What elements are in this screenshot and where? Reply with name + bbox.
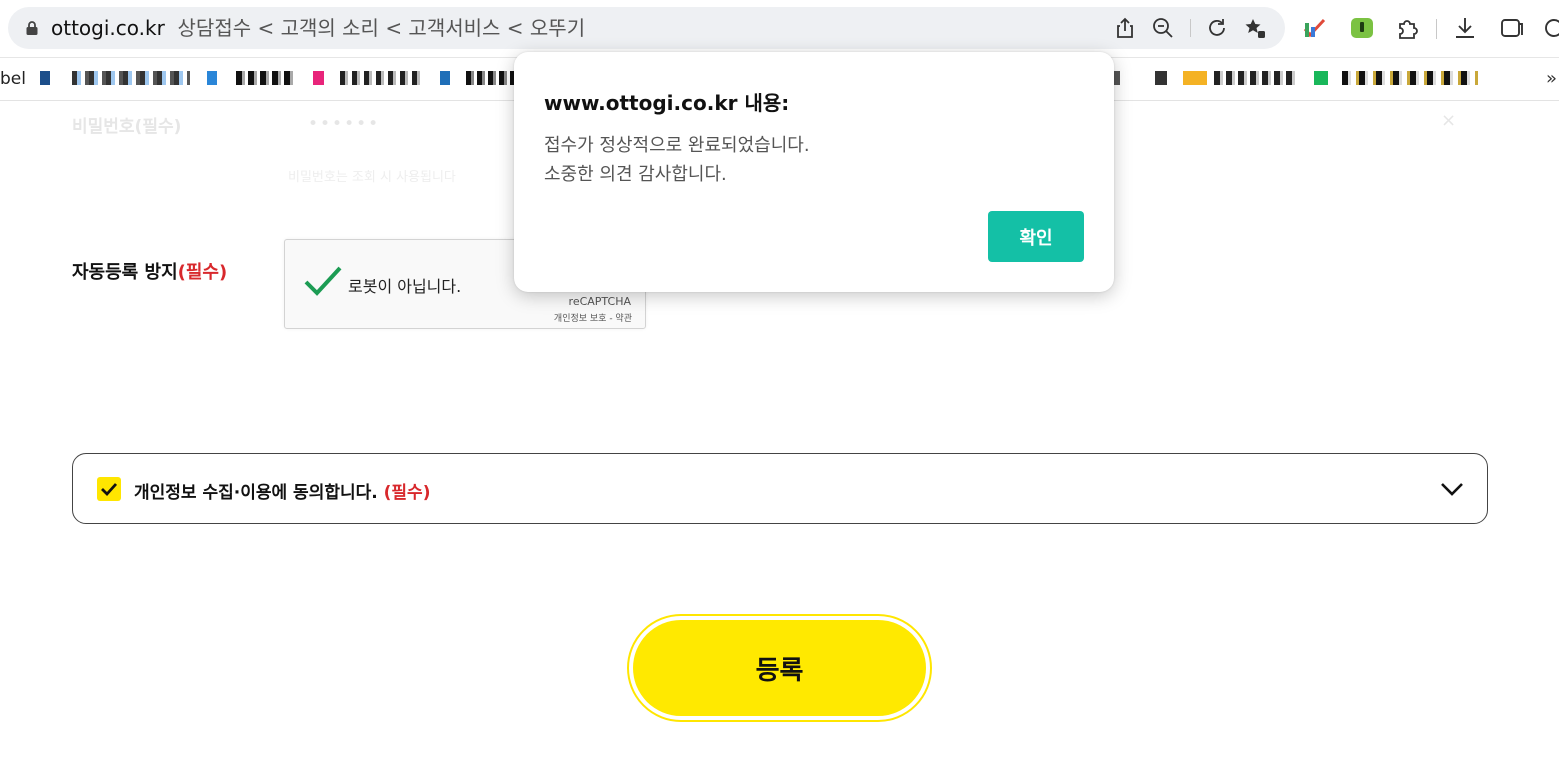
bookmark-item[interactable] [466,71,514,85]
bookmark-item[interactable] [313,71,324,85]
required-marker: (필수) [383,483,431,503]
bookmarks-overflow-icon[interactable]: » [1546,68,1557,89]
required-marker: (필수) [177,262,228,283]
consent-label-text: 개인정보 수집·이용에 동의합니다. [134,483,378,503]
bookmark-label-fragment[interactable]: bel [0,69,26,89]
browser-toolbar: ottogi.co.kr 상담접수 < 고객의 소리 < 고객서비스 < 오뚜기 [0,0,1559,57]
toolbar-divider [1436,19,1437,39]
url-host: ottogi.co.kr [51,16,165,40]
address-bar[interactable]: ottogi.co.kr 상담접수 < 고객의 소리 < 고객서비스 < 오뚜기 [8,7,1285,49]
url-text[interactable]: ottogi.co.kr 상담접수 < 고객의 소리 < 고객서비스 < 오뚜기 [51,16,585,40]
bookmark-folder-icon[interactable] [1183,71,1207,85]
recaptcha-brand: reCAPTCHA [568,295,631,308]
bookmark-item[interactable] [1214,71,1296,85]
extensions-puzzle-icon[interactable] [1395,15,1421,41]
download-icon[interactable] [1452,15,1478,41]
consent-label: 개인정보 수집·이용에 동의합니다. (필수) [134,478,430,503]
alert-dialog: www.ottogi.co.kr 내용: 접수가 정상적으로 완료되었습니다. … [514,52,1114,292]
checkmark-icon [101,483,118,497]
password-note: 비밀번호는 조회 시 사용됩니다 [288,170,456,185]
share-icon[interactable] [1113,16,1137,40]
consent-accordion[interactable]: 개인정보 수집·이용에 동의합니다. (필수) [72,453,1488,524]
lock-icon[interactable] [24,20,40,36]
bookmark-item[interactable] [340,71,422,85]
bookmark-item[interactable] [236,71,294,85]
password-label: 비밀번호(필수) [72,117,182,137]
dialog-message-line2: 소중한 의견 감사합니다. [544,164,727,185]
bookmark-item[interactable] [1155,71,1167,85]
dialog-title: www.ottogi.co.kr 내용: [544,91,790,115]
submit-button[interactable]: 등록 [633,620,926,716]
consent-checkbox[interactable] [97,477,121,501]
password-clear-icon[interactable]: × [1441,110,1456,131]
address-bar-divider [1190,19,1191,37]
bookmark-item[interactable] [1314,71,1328,85]
bookmark-item[interactable] [1342,71,1478,85]
bookmark-item[interactable] [207,71,217,85]
antispam-label-text: 자동등록 방지 [72,262,178,283]
reload-icon[interactable] [1205,16,1229,40]
recaptcha-label: 로봇이 아닙니다. [348,277,462,296]
bookmark-item[interactable] [440,71,450,85]
extension-checklist-icon[interactable] [1302,15,1328,41]
password-input[interactable]: •••••• [308,114,380,134]
bookmark-item[interactable] [72,71,190,85]
bookmark-star-icon[interactable] [1243,16,1267,40]
recaptcha-checkmark-icon[interactable] [303,264,343,298]
antispam-label: 자동등록 방지(필수) [72,258,227,284]
split-view-icon[interactable] [1499,15,1525,41]
bookmark-item[interactable] [40,71,50,85]
extension-password-icon[interactable] [1349,15,1375,41]
settings-gear-icon[interactable] [1541,15,1559,41]
dialog-ok-button[interactable]: 확인 [988,211,1084,262]
dialog-message-line1: 접수가 정상적으로 완료되었습니다. [544,135,810,156]
submit-button-outline: 등록 [627,614,932,722]
zoom-out-icon[interactable] [1151,16,1175,40]
recaptcha-privacy-links[interactable]: 개인정보 보호 - 약관 [554,311,632,324]
url-path: 상담접수 < 고객의 소리 < 고객서비스 < 오뚜기 [177,16,586,40]
chevron-down-icon[interactable] [1439,477,1465,501]
